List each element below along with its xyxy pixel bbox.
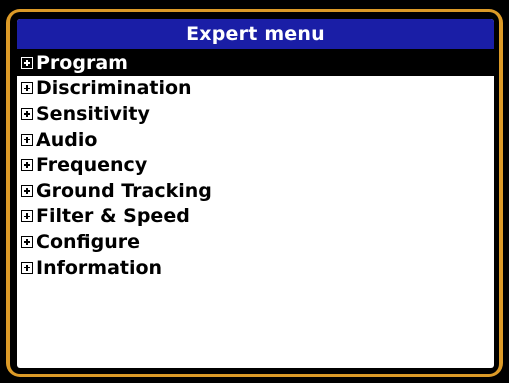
title-bar: Expert menu	[17, 19, 494, 50]
menu-list: Program Discrimination Sensitivity Audio…	[17, 50, 494, 280]
menu-item-label: Frequency	[36, 154, 148, 177]
menu-item-label: Information	[36, 256, 163, 279]
expand-icon[interactable]	[21, 107, 33, 120]
menu-item-label: Program	[36, 51, 128, 74]
menu-item-label: Filter & Speed	[36, 205, 190, 228]
menu-item-audio[interactable]: Audio	[17, 127, 494, 153]
device-frame: Expert menu Program Discrimination Sensi…	[0, 0, 509, 383]
expand-icon[interactable]	[21, 261, 33, 274]
menu-item-configure[interactable]: Configure	[17, 229, 494, 255]
screen: Expert menu Program Discrimination Sensi…	[17, 19, 494, 368]
menu-item-frequency[interactable]: Frequency	[17, 152, 494, 178]
menu-item-label: Ground Tracking	[36, 179, 212, 202]
menu-title: Expert menu	[186, 23, 325, 45]
menu-item-information[interactable]: Information	[17, 255, 494, 281]
menu-item-discrimination[interactable]: Discrimination	[17, 76, 494, 102]
menu-item-program[interactable]: Program	[17, 50, 494, 76]
menu-item-label: Configure	[36, 230, 140, 253]
expand-icon[interactable]	[21, 133, 33, 146]
expand-icon[interactable]	[21, 82, 33, 95]
menu-item-ground-tracking[interactable]: Ground Tracking	[17, 178, 494, 204]
menu-item-filter-speed[interactable]: Filter & Speed	[17, 204, 494, 230]
menu-item-label: Audio	[36, 128, 98, 151]
expand-icon[interactable]	[21, 159, 33, 172]
expand-icon[interactable]	[21, 56, 33, 69]
menu-item-label: Sensitivity	[36, 102, 150, 125]
menu-item-label: Discrimination	[36, 77, 192, 100]
expand-icon[interactable]	[21, 210, 33, 223]
expand-icon[interactable]	[21, 184, 33, 197]
menu-item-sensitivity[interactable]: Sensitivity	[17, 101, 494, 127]
expand-icon[interactable]	[21, 235, 33, 248]
